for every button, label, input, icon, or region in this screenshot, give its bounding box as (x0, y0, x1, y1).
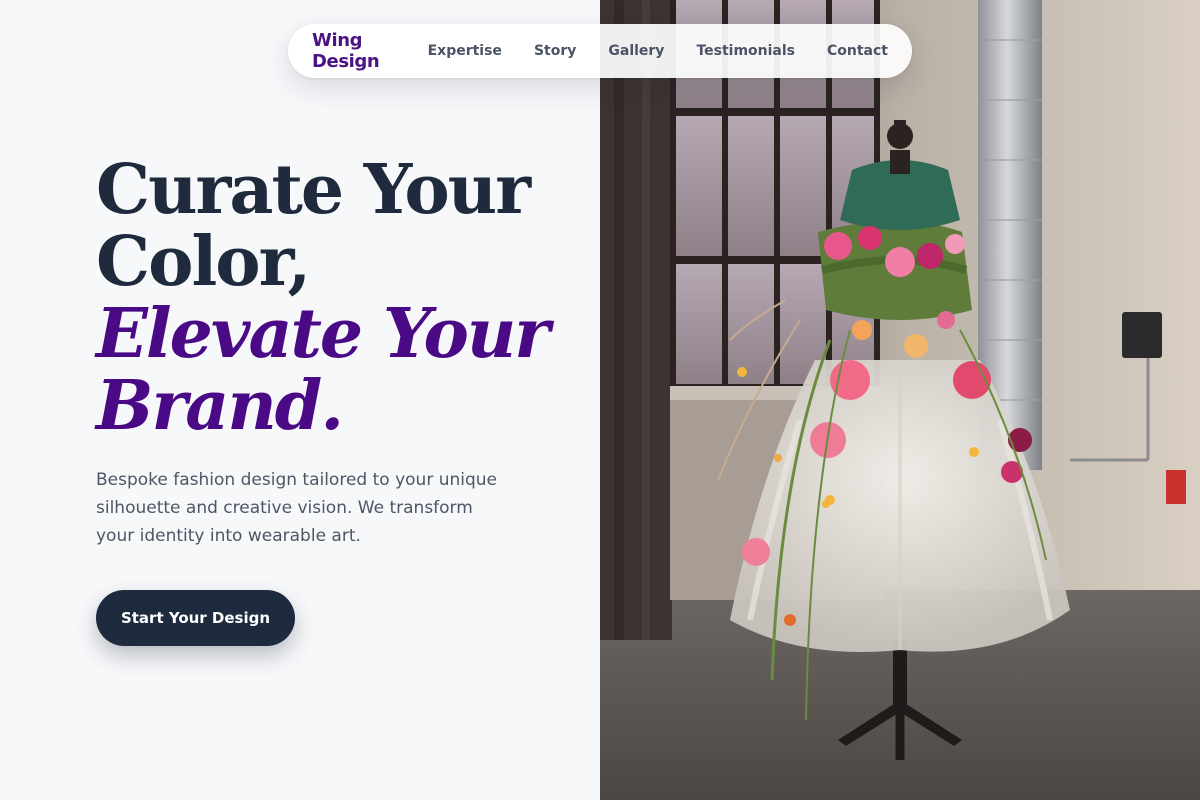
nav-link-gallery[interactable]: Gallery (608, 43, 664, 59)
headline-line-1: Curate Your (96, 150, 531, 230)
headline-accent-line-1: Elevate Your (96, 294, 550, 374)
hero-headline: Curate Your Color, Elevate Your Brand. (96, 154, 576, 442)
brand-logo[interactable]: Wing Design (312, 30, 380, 72)
headline-line-2: Color, (96, 222, 311, 302)
hero-image (600, 0, 1200, 800)
hero-photo-graphic (600, 0, 1200, 800)
nav-link-story[interactable]: Story (534, 43, 576, 59)
nav-links: Expertise Story Gallery Testimonials Con… (428, 43, 888, 59)
top-navigation: Wing Design Expertise Story Gallery Test… (288, 24, 912, 78)
start-your-design-button[interactable]: Start Your Design (96, 590, 295, 646)
hero-description: Bespoke fashion design tailored to your … (96, 470, 498, 546)
nav-link-testimonials[interactable]: Testimonials (696, 43, 795, 59)
nav-link-contact[interactable]: Contact (827, 43, 888, 59)
headline-accent-line-2: Brand. (96, 366, 344, 446)
nav-link-expertise[interactable]: Expertise (428, 43, 502, 59)
